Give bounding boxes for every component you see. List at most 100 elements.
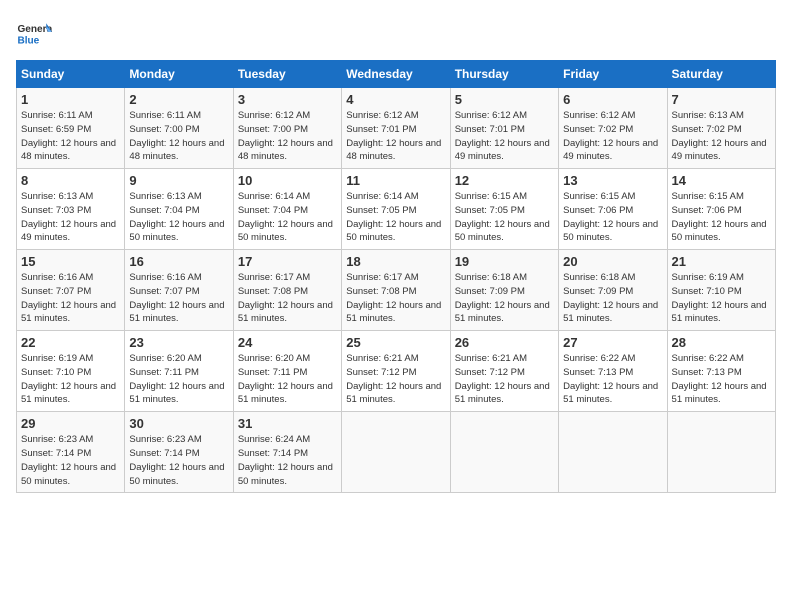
day-number: 31 — [238, 416, 337, 431]
day-detail: Sunrise: 6:11 AMSunset: 6:59 PMDaylight:… — [21, 110, 116, 162]
calendar-day-20: 20 Sunrise: 6:18 AMSunset: 7:09 PMDaylig… — [559, 250, 667, 331]
calendar-day-25: 25 Sunrise: 6:21 AMSunset: 7:12 PMDaylig… — [342, 331, 450, 412]
day-number: 22 — [21, 335, 120, 350]
calendar-day-24: 24 Sunrise: 6:20 AMSunset: 7:11 PMDaylig… — [233, 331, 341, 412]
day-detail: Sunrise: 6:15 AMSunset: 7:05 PMDaylight:… — [455, 191, 550, 243]
calendar-day-3: 3 Sunrise: 6:12 AMSunset: 7:00 PMDayligh… — [233, 88, 341, 169]
day-number: 10 — [238, 173, 337, 188]
empty-cell — [450, 412, 558, 493]
calendar-week-5: 29 Sunrise: 6:23 AMSunset: 7:14 PMDaylig… — [17, 412, 776, 493]
column-header-friday: Friday — [559, 61, 667, 88]
logo: General Blue — [16, 16, 52, 52]
day-detail: Sunrise: 6:11 AMSunset: 7:00 PMDaylight:… — [129, 110, 224, 162]
calendar-day-1: 1 Sunrise: 6:11 AMSunset: 6:59 PMDayligh… — [17, 88, 125, 169]
day-detail: Sunrise: 6:16 AMSunset: 7:07 PMDaylight:… — [21, 272, 116, 324]
day-detail: Sunrise: 6:14 AMSunset: 7:05 PMDaylight:… — [346, 191, 441, 243]
day-number: 17 — [238, 254, 337, 269]
column-header-wednesday: Wednesday — [342, 61, 450, 88]
day-number: 26 — [455, 335, 554, 350]
svg-text:Blue: Blue — [17, 35, 39, 46]
calendar-day-31: 31 Sunrise: 6:24 AMSunset: 7:14 PMDaylig… — [233, 412, 341, 493]
calendar-day-14: 14 Sunrise: 6:15 AMSunset: 7:06 PMDaylig… — [667, 169, 775, 250]
calendar-header: SundayMondayTuesdayWednesdayThursdayFrid… — [17, 61, 776, 88]
logo-icon: General Blue — [16, 16, 52, 52]
day-detail: Sunrise: 6:19 AMSunset: 7:10 PMDaylight:… — [672, 272, 767, 324]
day-number: 28 — [672, 335, 771, 350]
calendar-day-29: 29 Sunrise: 6:23 AMSunset: 7:14 PMDaylig… — [17, 412, 125, 493]
day-detail: Sunrise: 6:13 AMSunset: 7:02 PMDaylight:… — [672, 110, 767, 162]
day-number: 25 — [346, 335, 445, 350]
day-detail: Sunrise: 6:23 AMSunset: 7:14 PMDaylight:… — [129, 434, 224, 486]
calendar-day-15: 15 Sunrise: 6:16 AMSunset: 7:07 PMDaylig… — [17, 250, 125, 331]
empty-cell — [342, 412, 450, 493]
day-number: 4 — [346, 92, 445, 107]
day-detail: Sunrise: 6:18 AMSunset: 7:09 PMDaylight:… — [455, 272, 550, 324]
day-number: 9 — [129, 173, 228, 188]
calendar-day-10: 10 Sunrise: 6:14 AMSunset: 7:04 PMDaylig… — [233, 169, 341, 250]
calendar-day-30: 30 Sunrise: 6:23 AMSunset: 7:14 PMDaylig… — [125, 412, 233, 493]
day-detail: Sunrise: 6:24 AMSunset: 7:14 PMDaylight:… — [238, 434, 333, 486]
day-detail: Sunrise: 6:21 AMSunset: 7:12 PMDaylight:… — [455, 353, 550, 405]
day-detail: Sunrise: 6:13 AMSunset: 7:04 PMDaylight:… — [129, 191, 224, 243]
day-number: 21 — [672, 254, 771, 269]
day-detail: Sunrise: 6:20 AMSunset: 7:11 PMDaylight:… — [129, 353, 224, 405]
day-detail: Sunrise: 6:13 AMSunset: 7:03 PMDaylight:… — [21, 191, 116, 243]
day-detail: Sunrise: 6:20 AMSunset: 7:11 PMDaylight:… — [238, 353, 333, 405]
calendar-week-4: 22 Sunrise: 6:19 AMSunset: 7:10 PMDaylig… — [17, 331, 776, 412]
day-detail: Sunrise: 6:14 AMSunset: 7:04 PMDaylight:… — [238, 191, 333, 243]
calendar-day-6: 6 Sunrise: 6:12 AMSunset: 7:02 PMDayligh… — [559, 88, 667, 169]
empty-cell — [559, 412, 667, 493]
day-detail: Sunrise: 6:22 AMSunset: 7:13 PMDaylight:… — [563, 353, 658, 405]
day-number: 23 — [129, 335, 228, 350]
calendar-week-2: 8 Sunrise: 6:13 AMSunset: 7:03 PMDayligh… — [17, 169, 776, 250]
day-number: 18 — [346, 254, 445, 269]
day-number: 13 — [563, 173, 662, 188]
calendar-week-3: 15 Sunrise: 6:16 AMSunset: 7:07 PMDaylig… — [17, 250, 776, 331]
calendar-day-12: 12 Sunrise: 6:15 AMSunset: 7:05 PMDaylig… — [450, 169, 558, 250]
calendar-day-27: 27 Sunrise: 6:22 AMSunset: 7:13 PMDaylig… — [559, 331, 667, 412]
calendar-day-26: 26 Sunrise: 6:21 AMSunset: 7:12 PMDaylig… — [450, 331, 558, 412]
day-detail: Sunrise: 6:18 AMSunset: 7:09 PMDaylight:… — [563, 272, 658, 324]
calendar-day-17: 17 Sunrise: 6:17 AMSunset: 7:08 PMDaylig… — [233, 250, 341, 331]
day-number: 8 — [21, 173, 120, 188]
calendar-day-8: 8 Sunrise: 6:13 AMSunset: 7:03 PMDayligh… — [17, 169, 125, 250]
day-detail: Sunrise: 6:23 AMSunset: 7:14 PMDaylight:… — [21, 434, 116, 486]
day-detail: Sunrise: 6:12 AMSunset: 7:01 PMDaylight:… — [346, 110, 441, 162]
day-number: 16 — [129, 254, 228, 269]
day-number: 6 — [563, 92, 662, 107]
calendar-day-7: 7 Sunrise: 6:13 AMSunset: 7:02 PMDayligh… — [667, 88, 775, 169]
day-number: 20 — [563, 254, 662, 269]
day-detail: Sunrise: 6:12 AMSunset: 7:02 PMDaylight:… — [563, 110, 658, 162]
empty-cell — [667, 412, 775, 493]
column-header-saturday: Saturday — [667, 61, 775, 88]
day-detail: Sunrise: 6:17 AMSunset: 7:08 PMDaylight:… — [346, 272, 441, 324]
day-number: 14 — [672, 173, 771, 188]
day-detail: Sunrise: 6:16 AMSunset: 7:07 PMDaylight:… — [129, 272, 224, 324]
day-detail: Sunrise: 6:15 AMSunset: 7:06 PMDaylight:… — [563, 191, 658, 243]
column-header-tuesday: Tuesday — [233, 61, 341, 88]
day-number: 3 — [238, 92, 337, 107]
calendar-day-21: 21 Sunrise: 6:19 AMSunset: 7:10 PMDaylig… — [667, 250, 775, 331]
day-number: 15 — [21, 254, 120, 269]
day-number: 24 — [238, 335, 337, 350]
day-number: 19 — [455, 254, 554, 269]
calendar-day-19: 19 Sunrise: 6:18 AMSunset: 7:09 PMDaylig… — [450, 250, 558, 331]
calendar-day-18: 18 Sunrise: 6:17 AMSunset: 7:08 PMDaylig… — [342, 250, 450, 331]
day-detail: Sunrise: 6:12 AMSunset: 7:00 PMDaylight:… — [238, 110, 333, 162]
day-detail: Sunrise: 6:21 AMSunset: 7:12 PMDaylight:… — [346, 353, 441, 405]
calendar-day-23: 23 Sunrise: 6:20 AMSunset: 7:11 PMDaylig… — [125, 331, 233, 412]
column-header-thursday: Thursday — [450, 61, 558, 88]
day-number: 29 — [21, 416, 120, 431]
calendar-day-5: 5 Sunrise: 6:12 AMSunset: 7:01 PMDayligh… — [450, 88, 558, 169]
day-number: 12 — [455, 173, 554, 188]
day-detail: Sunrise: 6:17 AMSunset: 7:08 PMDaylight:… — [238, 272, 333, 324]
day-number: 11 — [346, 173, 445, 188]
calendar-week-1: 1 Sunrise: 6:11 AMSunset: 6:59 PMDayligh… — [17, 88, 776, 169]
calendar-day-9: 9 Sunrise: 6:13 AMSunset: 7:04 PMDayligh… — [125, 169, 233, 250]
day-detail: Sunrise: 6:19 AMSunset: 7:10 PMDaylight:… — [21, 353, 116, 405]
day-number: 5 — [455, 92, 554, 107]
calendar-day-22: 22 Sunrise: 6:19 AMSunset: 7:10 PMDaylig… — [17, 331, 125, 412]
column-header-sunday: Sunday — [17, 61, 125, 88]
calendar-day-16: 16 Sunrise: 6:16 AMSunset: 7:07 PMDaylig… — [125, 250, 233, 331]
calendar-day-28: 28 Sunrise: 6:22 AMSunset: 7:13 PMDaylig… — [667, 331, 775, 412]
